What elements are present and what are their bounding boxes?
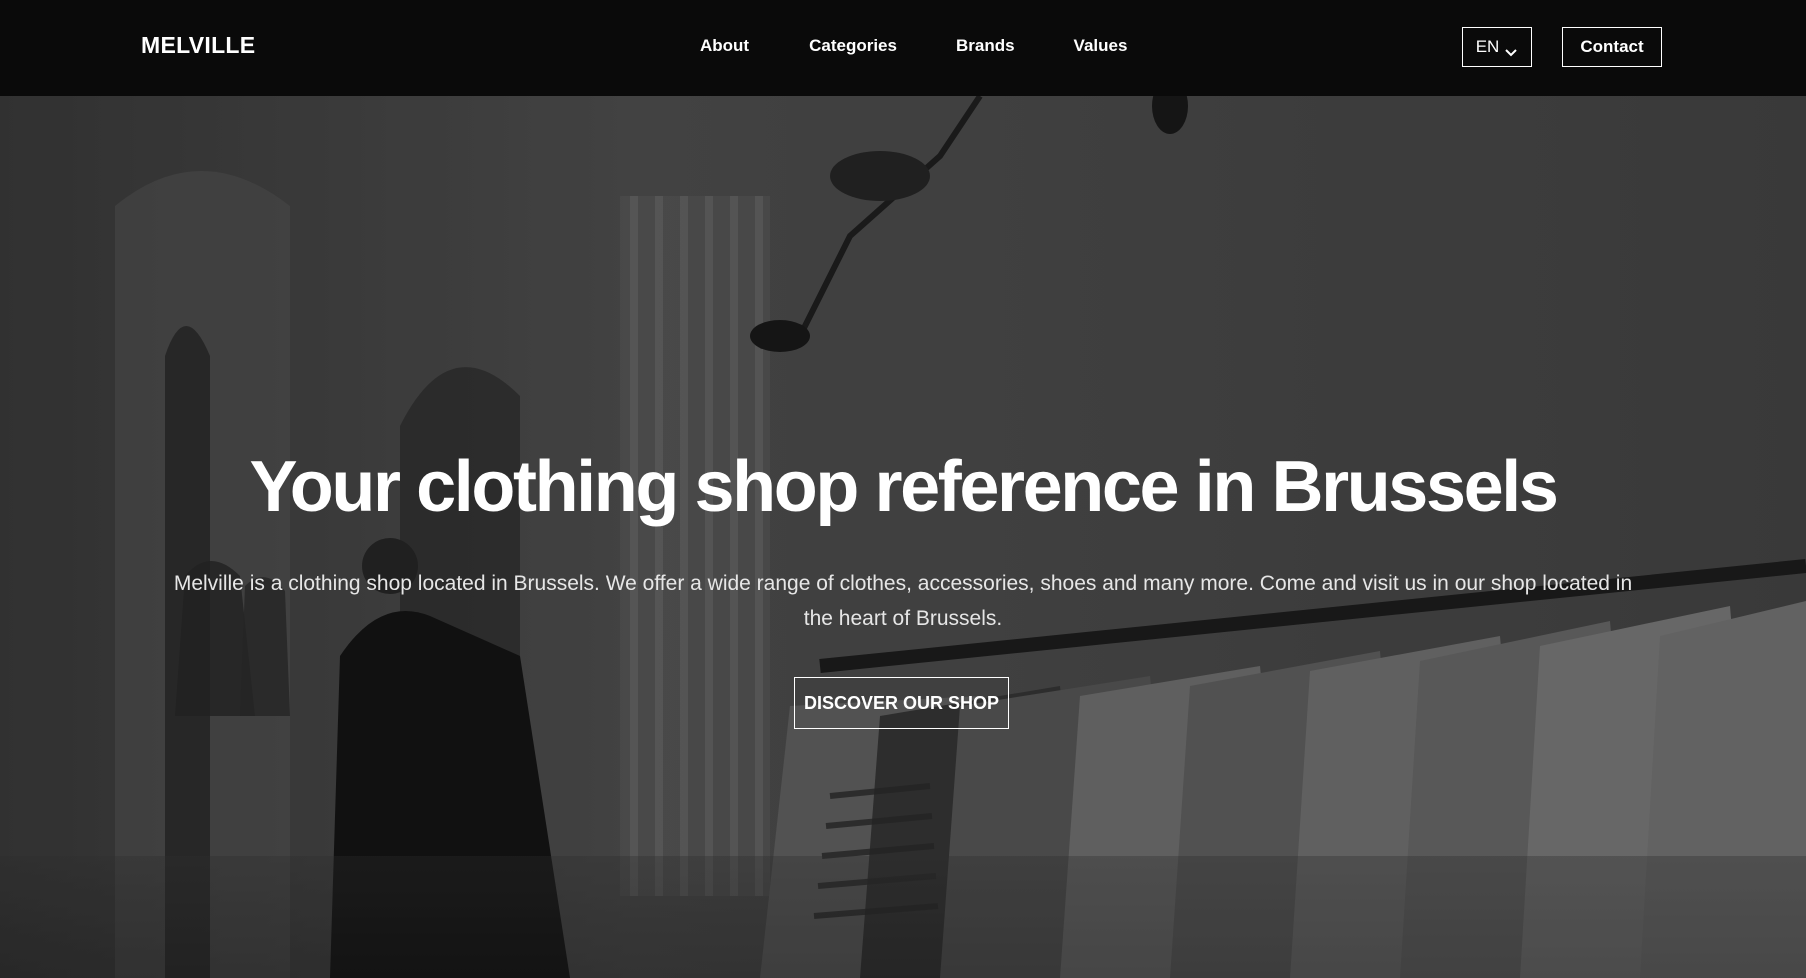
brand-logo[interactable]: MELVILLE: [141, 32, 255, 59]
nav-link-categories[interactable]: Categories: [809, 36, 897, 56]
hero-description: Melville is a clothing shop located in B…: [173, 572, 1633, 630]
hero-title: Your clothing shop reference in Brussels: [249, 447, 1559, 527]
nav-link-values[interactable]: Values: [1074, 36, 1128, 56]
language-selector[interactable]: EN: [1462, 27, 1532, 67]
navbar: MELVILLE About Categories Brands Values …: [0, 0, 1806, 96]
main-nav: About Categories Brands Values: [700, 36, 1127, 56]
hero-overlay: [0, 96, 1806, 978]
hero-section: Your clothing shop reference in Brussels…: [0, 96, 1806, 978]
nav-link-about[interactable]: About: [700, 36, 749, 56]
nav-link-brands[interactable]: Brands: [956, 36, 1015, 56]
contact-button[interactable]: Contact: [1562, 27, 1662, 67]
chevron-down-icon: [1504, 42, 1518, 57]
language-label: EN: [1475, 37, 1500, 56]
discover-shop-button[interactable]: DISCOVER OUR SHOP: [794, 677, 1009, 729]
